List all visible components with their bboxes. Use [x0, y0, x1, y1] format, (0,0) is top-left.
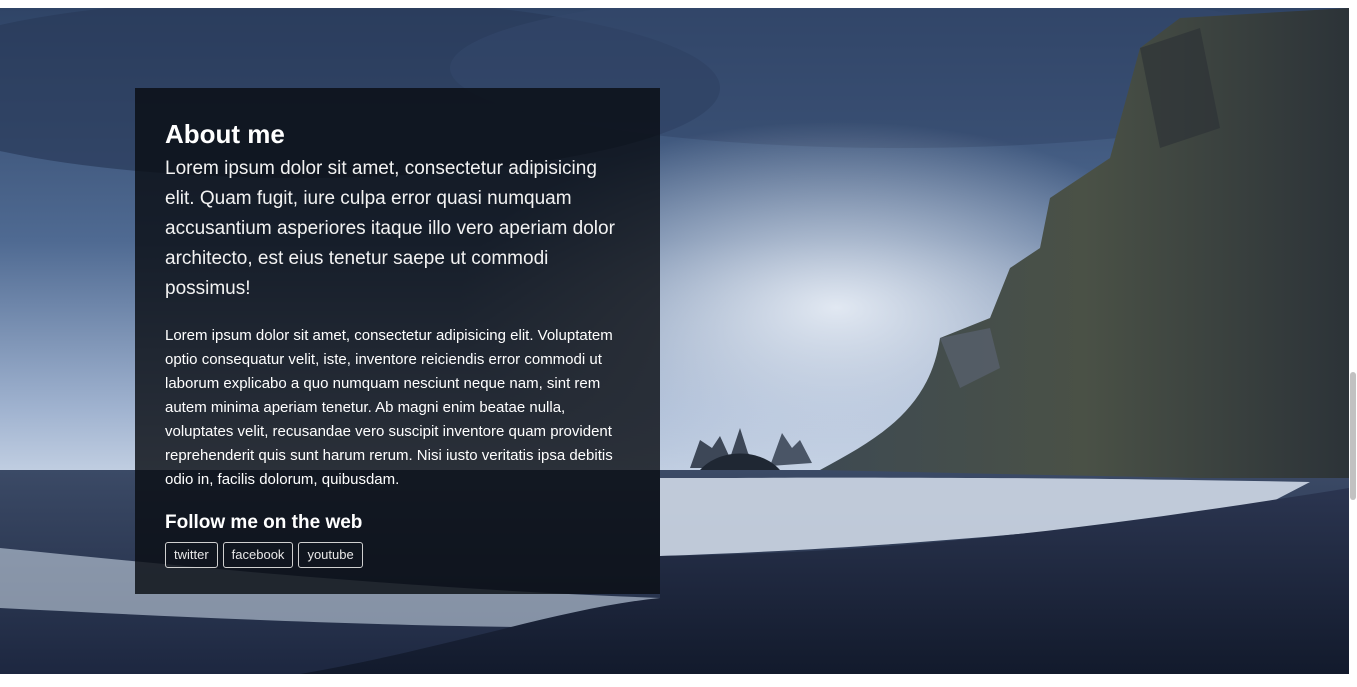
scrollbar-thumb[interactable] [1350, 372, 1356, 500]
page-scrollbar[interactable] [1349, 0, 1357, 687]
about-panel: About me Lorem ipsum dolor sit amet, con… [135, 88, 660, 594]
social-links: twitter facebook youtube [165, 542, 630, 568]
about-body-text: Lorem ipsum dolor sit amet, consectetur … [165, 327, 613, 488]
follow-title: Follow me on the web [165, 512, 363, 533]
twitter-button[interactable]: twitter [165, 542, 218, 568]
hero-background-image: About me Lorem ipsum dolor sit amet, con… [0, 8, 1349, 674]
about-title: About me [165, 119, 285, 149]
facebook-button[interactable]: facebook [222, 542, 294, 568]
youtube-button[interactable]: youtube [298, 542, 363, 568]
about-lead-text: Lorem ipsum dolor sit amet, consectetur … [165, 158, 615, 299]
